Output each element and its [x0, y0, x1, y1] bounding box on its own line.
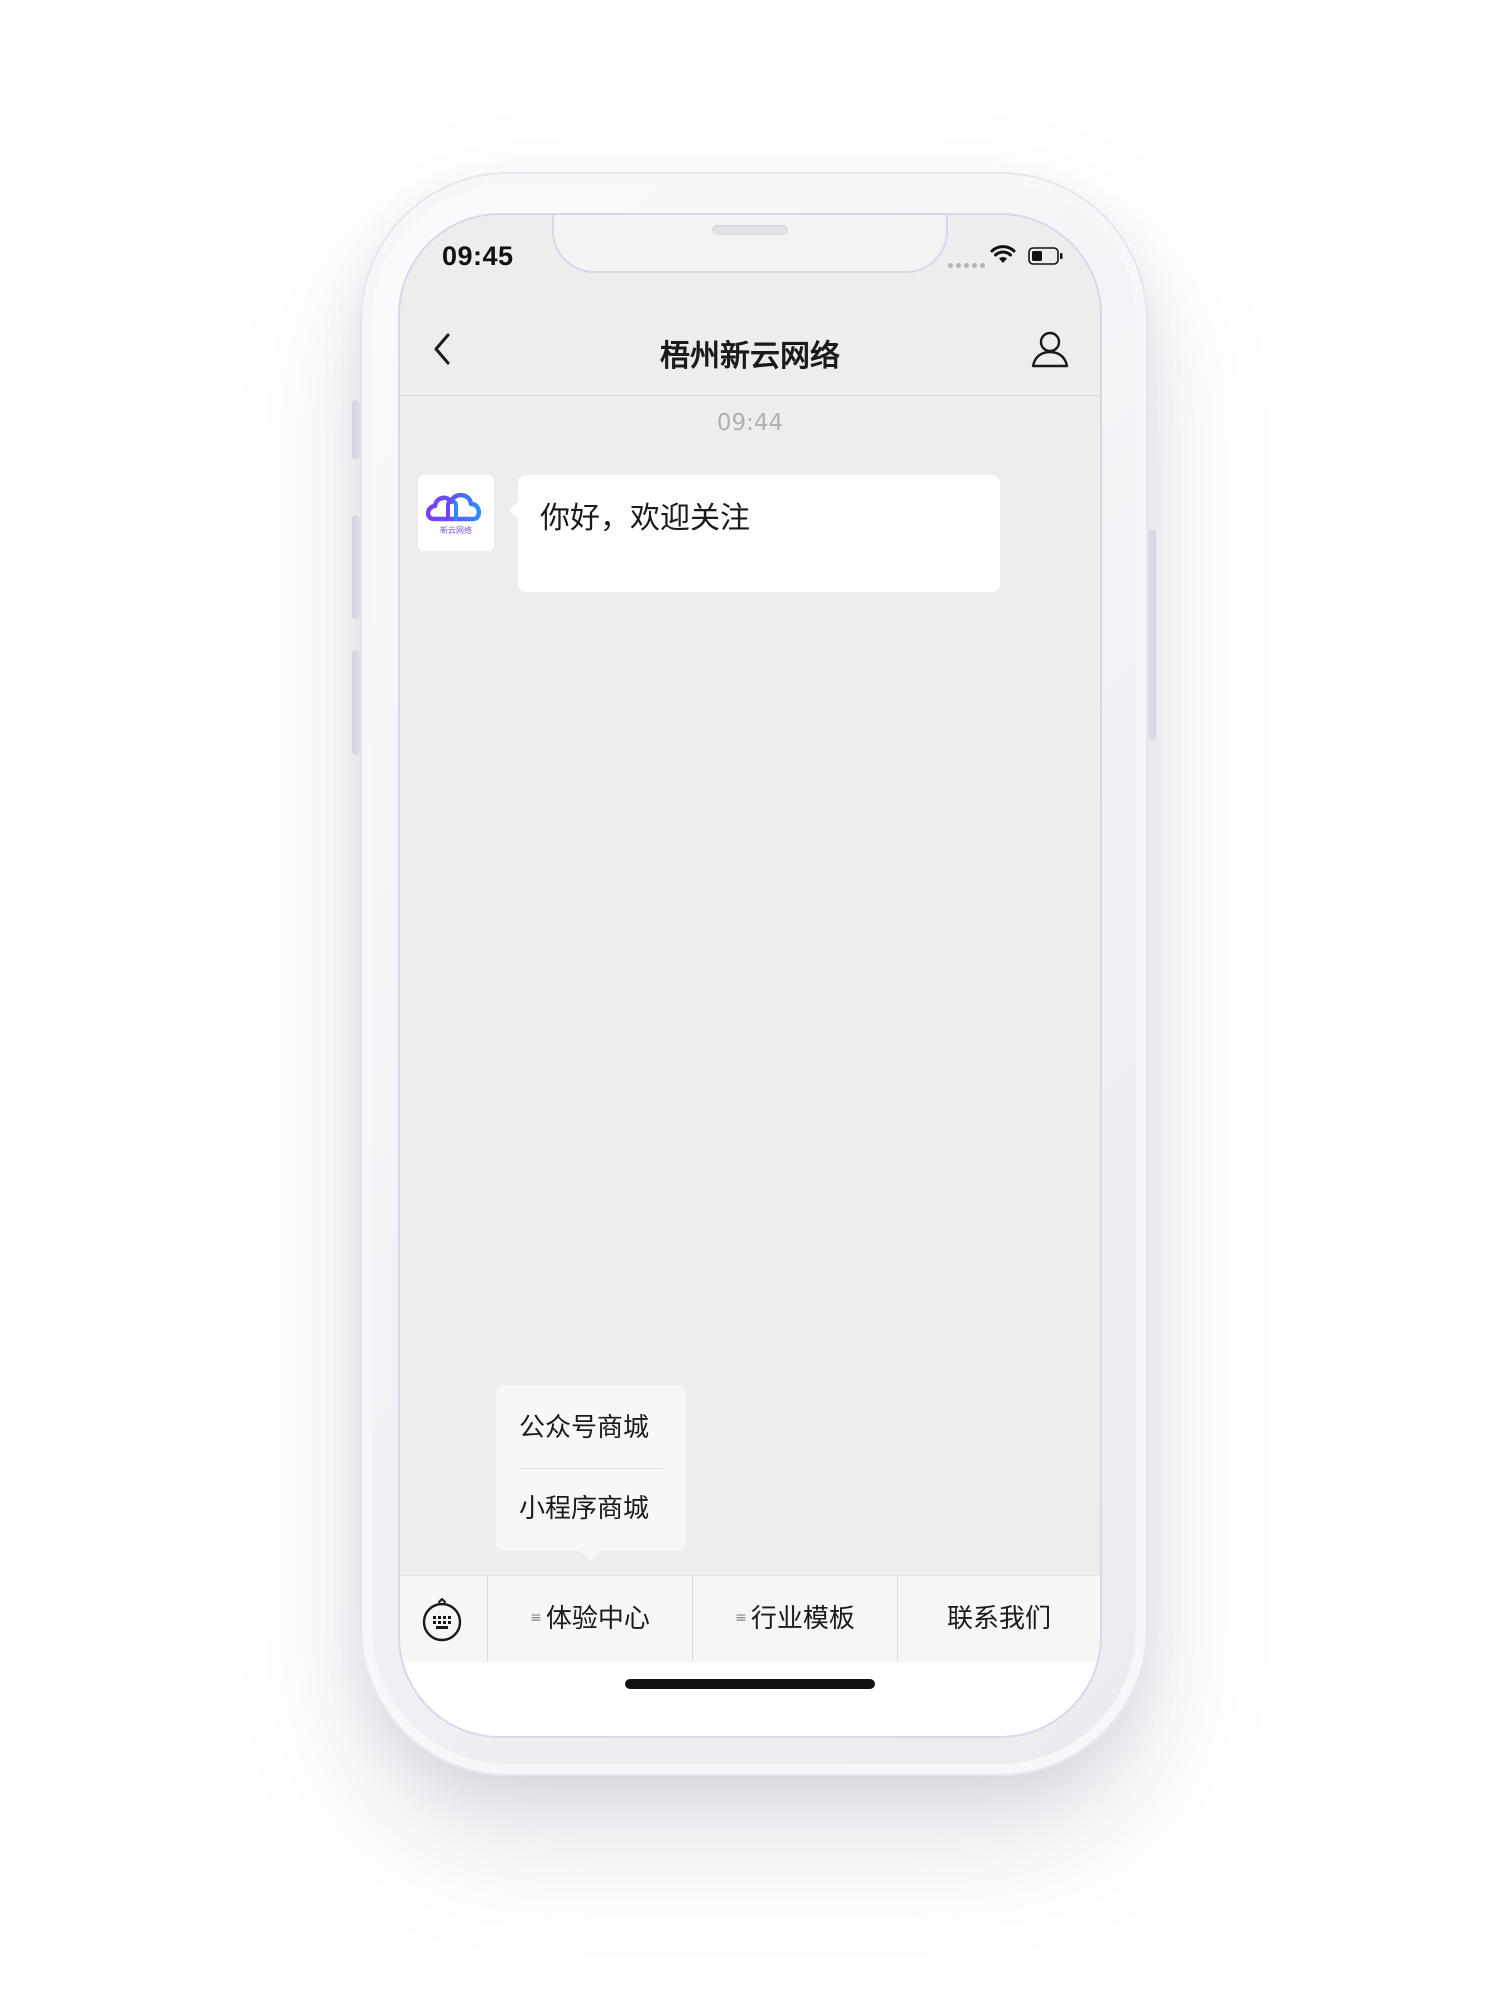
- battery-icon: [1028, 247, 1063, 265]
- profile-icon[interactable]: [1028, 327, 1072, 371]
- submenu-indicator-icon: ≡: [735, 1609, 747, 1626]
- menu-tab-label: 体验中心: [545, 1604, 650, 1634]
- menu-tab-label: 联系我们: [946, 1604, 1051, 1634]
- submenu-popup: 公众号商城 小程序商城: [496, 1385, 686, 1561]
- custom-menu-bar: ≡ 体验中心 ≡ 行业模板 联系我们: [400, 1575, 1100, 1662]
- menu-tab-contact-us[interactable]: 联系我们: [898, 1576, 1100, 1662]
- submenu-item-mini-program-mall[interactable]: 小程序商城: [519, 1469, 663, 1549]
- speaker-grille: [712, 225, 788, 235]
- avatar-caption: 新云网络: [440, 526, 472, 535]
- keyboard-toggle-button[interactable]: [400, 1576, 488, 1662]
- home-indicator[interactable]: [625, 1679, 875, 1689]
- notch: [554, 215, 946, 271]
- menu-tab-label: 行业模板: [750, 1604, 855, 1634]
- navigation-bar: 梧州新云网络: [400, 305, 1100, 396]
- submenu-indicator-icon: ≡: [530, 1609, 542, 1626]
- submenu-item-official-account-mall[interactable]: 公众号商城: [519, 1388, 663, 1469]
- home-indicator-area: [400, 1662, 1100, 1736]
- volume-up-button: [352, 515, 360, 620]
- phone-screen: 09:45 梧州新云网络 09:44 新云网络 你好，欢迎关注 公众号商城 小程…: [400, 215, 1100, 1736]
- page-title: 梧州新云网络: [660, 339, 840, 374]
- message-text: 你好，欢迎关注: [540, 501, 750, 536]
- cellular-signal-icon: [948, 263, 985, 268]
- power-button: [1148, 530, 1156, 740]
- cloud-logo-icon: [425, 492, 481, 522]
- status-time: 09:45: [442, 241, 514, 271]
- volume-down-button: [352, 650, 360, 755]
- keyboard-icon: [422, 1598, 462, 1642]
- account-avatar[interactable]: 新云网络: [418, 475, 494, 551]
- menu-tab-industry-templates[interactable]: ≡ 行业模板: [693, 1576, 898, 1662]
- menu-tab-experience-center[interactable]: ≡ 体验中心: [488, 1576, 693, 1662]
- wifi-icon: [990, 245, 1016, 263]
- message-timestamp: 09:44: [716, 410, 784, 436]
- silent-switch: [352, 400, 360, 460]
- message-bubble[interactable]: 你好，欢迎关注: [509, 475, 1000, 592]
